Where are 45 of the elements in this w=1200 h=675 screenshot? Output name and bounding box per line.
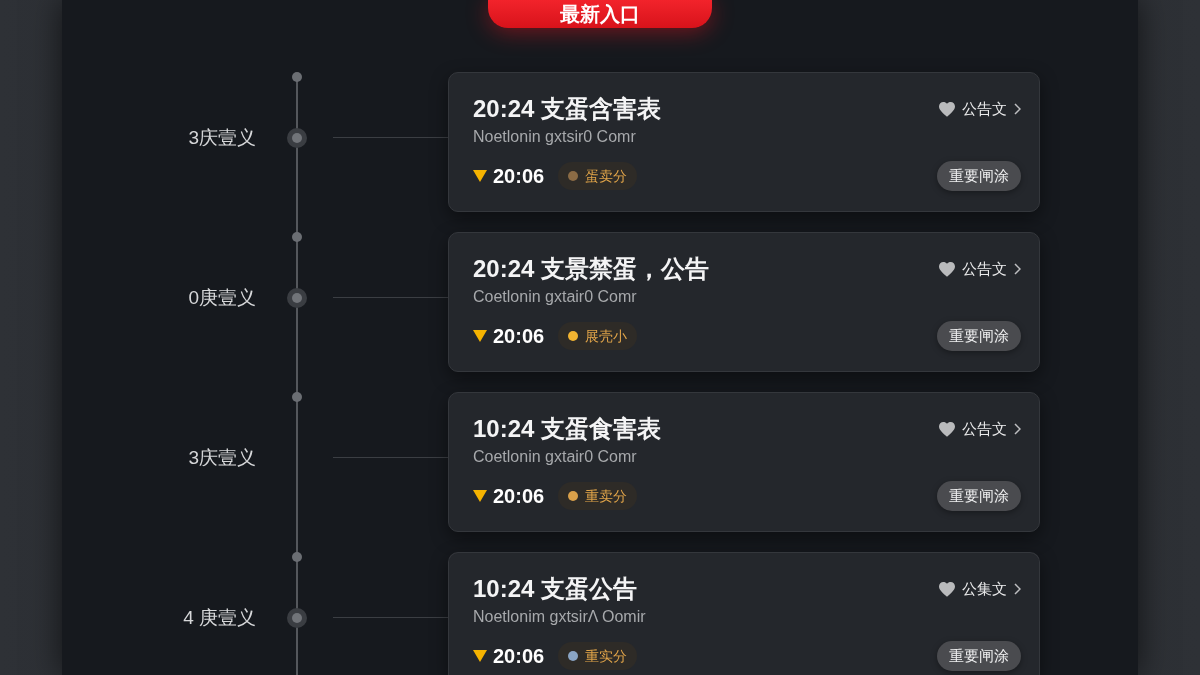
action-button[interactable]: 重要闸涂 <box>937 321 1021 351</box>
timeline-dot-icon <box>292 232 302 242</box>
action-button[interactable]: 重要闸涂 <box>937 641 1021 671</box>
timeline-label: 3庆壹义 <box>188 448 256 468</box>
triangle-icon <box>473 650 487 662</box>
time-text: 20:06 <box>493 484 545 509</box>
card-subtitle: Coetlonin gxtair0 Comr <box>473 447 637 467</box>
action-button[interactable]: 重要闸涂 <box>937 161 1021 191</box>
card-subtitle: Noetlonim gxtsirΛ Oomir <box>473 607 646 627</box>
timeline-dot-icon <box>292 552 302 562</box>
triangle-icon <box>473 170 487 182</box>
heart-icon <box>939 261 955 277</box>
chevron-right-icon <box>1014 263 1021 275</box>
triangle-icon <box>473 490 487 502</box>
tag-label: 蛋卖分 <box>585 167 628 186</box>
card-title: 10:24 支蛋食害表 <box>473 414 662 444</box>
timeline-dot-icon <box>292 72 302 82</box>
time-text: 20:06 <box>493 644 545 669</box>
tag-label: 重实分 <box>585 647 628 666</box>
timeline-label: 3庆壹义 <box>188 128 256 148</box>
tag-label: 展壳小 <box>585 327 628 346</box>
card-title: 20:24 支蛋含害表 <box>473 94 662 124</box>
heart-icon <box>939 421 955 437</box>
chevron-right-icon <box>1014 583 1021 595</box>
heart-icon <box>939 581 955 597</box>
notice-link[interactable]: 公告文 <box>939 413 1021 445</box>
triangle-icon <box>473 330 487 342</box>
chevron-right-icon <box>1014 103 1021 115</box>
card-subtitle: Coetlonin gxtair0 Comr <box>473 287 637 307</box>
action-button[interactable]: 重要闸涂 <box>937 481 1021 511</box>
heart-icon <box>939 101 955 117</box>
card-title: 10:24 支蛋公告 <box>473 574 638 604</box>
notice-link[interactable]: 公告文 <box>939 253 1021 285</box>
chevron-right-icon <box>1014 423 1021 435</box>
timeline-dot-icon <box>292 392 302 402</box>
notice-link[interactable]: 公集文 <box>939 573 1021 605</box>
notice-link[interactable]: 公告文 <box>939 93 1021 125</box>
header-button[interactable]: 最新入口 <box>488 0 712 28</box>
tag-label: 重卖分 <box>585 487 628 506</box>
timeline-label: 0庚壹义 <box>188 288 256 308</box>
time-text: 20:06 <box>493 324 545 349</box>
card-subtitle: Noetlonin gxtsir0 Comr <box>473 127 636 147</box>
card-title: 20:24 支景禁蛋，公告 <box>473 254 710 284</box>
time-text: 20:06 <box>493 164 545 189</box>
timeline-label: 4 庚壹义 <box>183 608 256 628</box>
